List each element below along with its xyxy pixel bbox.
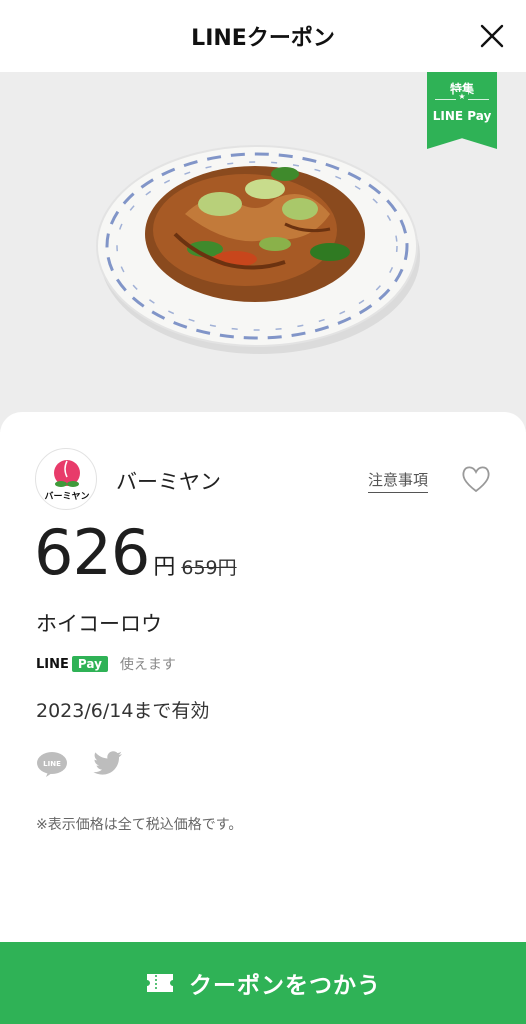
food-plate-image	[96, 145, 420, 354]
twitter-icon[interactable]	[92, 750, 124, 778]
heart-icon[interactable]	[460, 464, 492, 494]
ticket-icon	[147, 974, 173, 992]
tax-note: ※表示価格は全て税込価格です。	[36, 817, 243, 833]
product-name: ホイコーロウ	[36, 612, 162, 636]
app-title: LINEクーポン	[191, 26, 335, 51]
notes-link[interactable]: 注意事項	[368, 469, 429, 493]
coupon-price: 626	[34, 516, 150, 589]
shop-logo: バーミヤン	[35, 448, 97, 510]
star-icon: ★	[456, 92, 468, 101]
use-coupon-label: クーポンをつかう	[189, 973, 381, 999]
price-row: 626 円 659円	[34, 522, 237, 584]
shop-name: バーミヤン	[116, 470, 221, 494]
pay-badge: Pay	[71, 656, 108, 672]
pay-available-text: 使えます	[119, 657, 176, 673]
line-pay-row: LINE Pay 使えます	[36, 654, 176, 674]
original-price: 659円	[181, 557, 237, 579]
line-share-icon[interactable]: LINE	[36, 750, 68, 778]
coupon-card: バーミヤン バーミヤン 注意事項 626 円 659円 ホイコーロウ LINE …	[0, 412, 526, 952]
peach-logo-icon: バーミヤン	[44, 460, 90, 502]
line-pay-logo: LINE	[36, 656, 69, 672]
price-yen: 円	[153, 555, 176, 580]
product-image: 特集 ★ LINE Pay	[0, 72, 526, 432]
feature-ribbon: 特集 ★ LINE Pay	[427, 72, 497, 149]
ribbon-label: LINE Pay	[432, 109, 492, 123]
close-icon[interactable]	[478, 22, 506, 50]
validity-date: 2023/6/14まで有効	[36, 700, 210, 722]
app-header: LINEクーポン	[0, 0, 526, 72]
svg-text:バーミヤン: バーミヤン	[44, 491, 89, 502]
svg-text:LINE: LINE	[43, 760, 61, 768]
use-coupon-button[interactable]: クーポンをつかう	[0, 942, 526, 1024]
